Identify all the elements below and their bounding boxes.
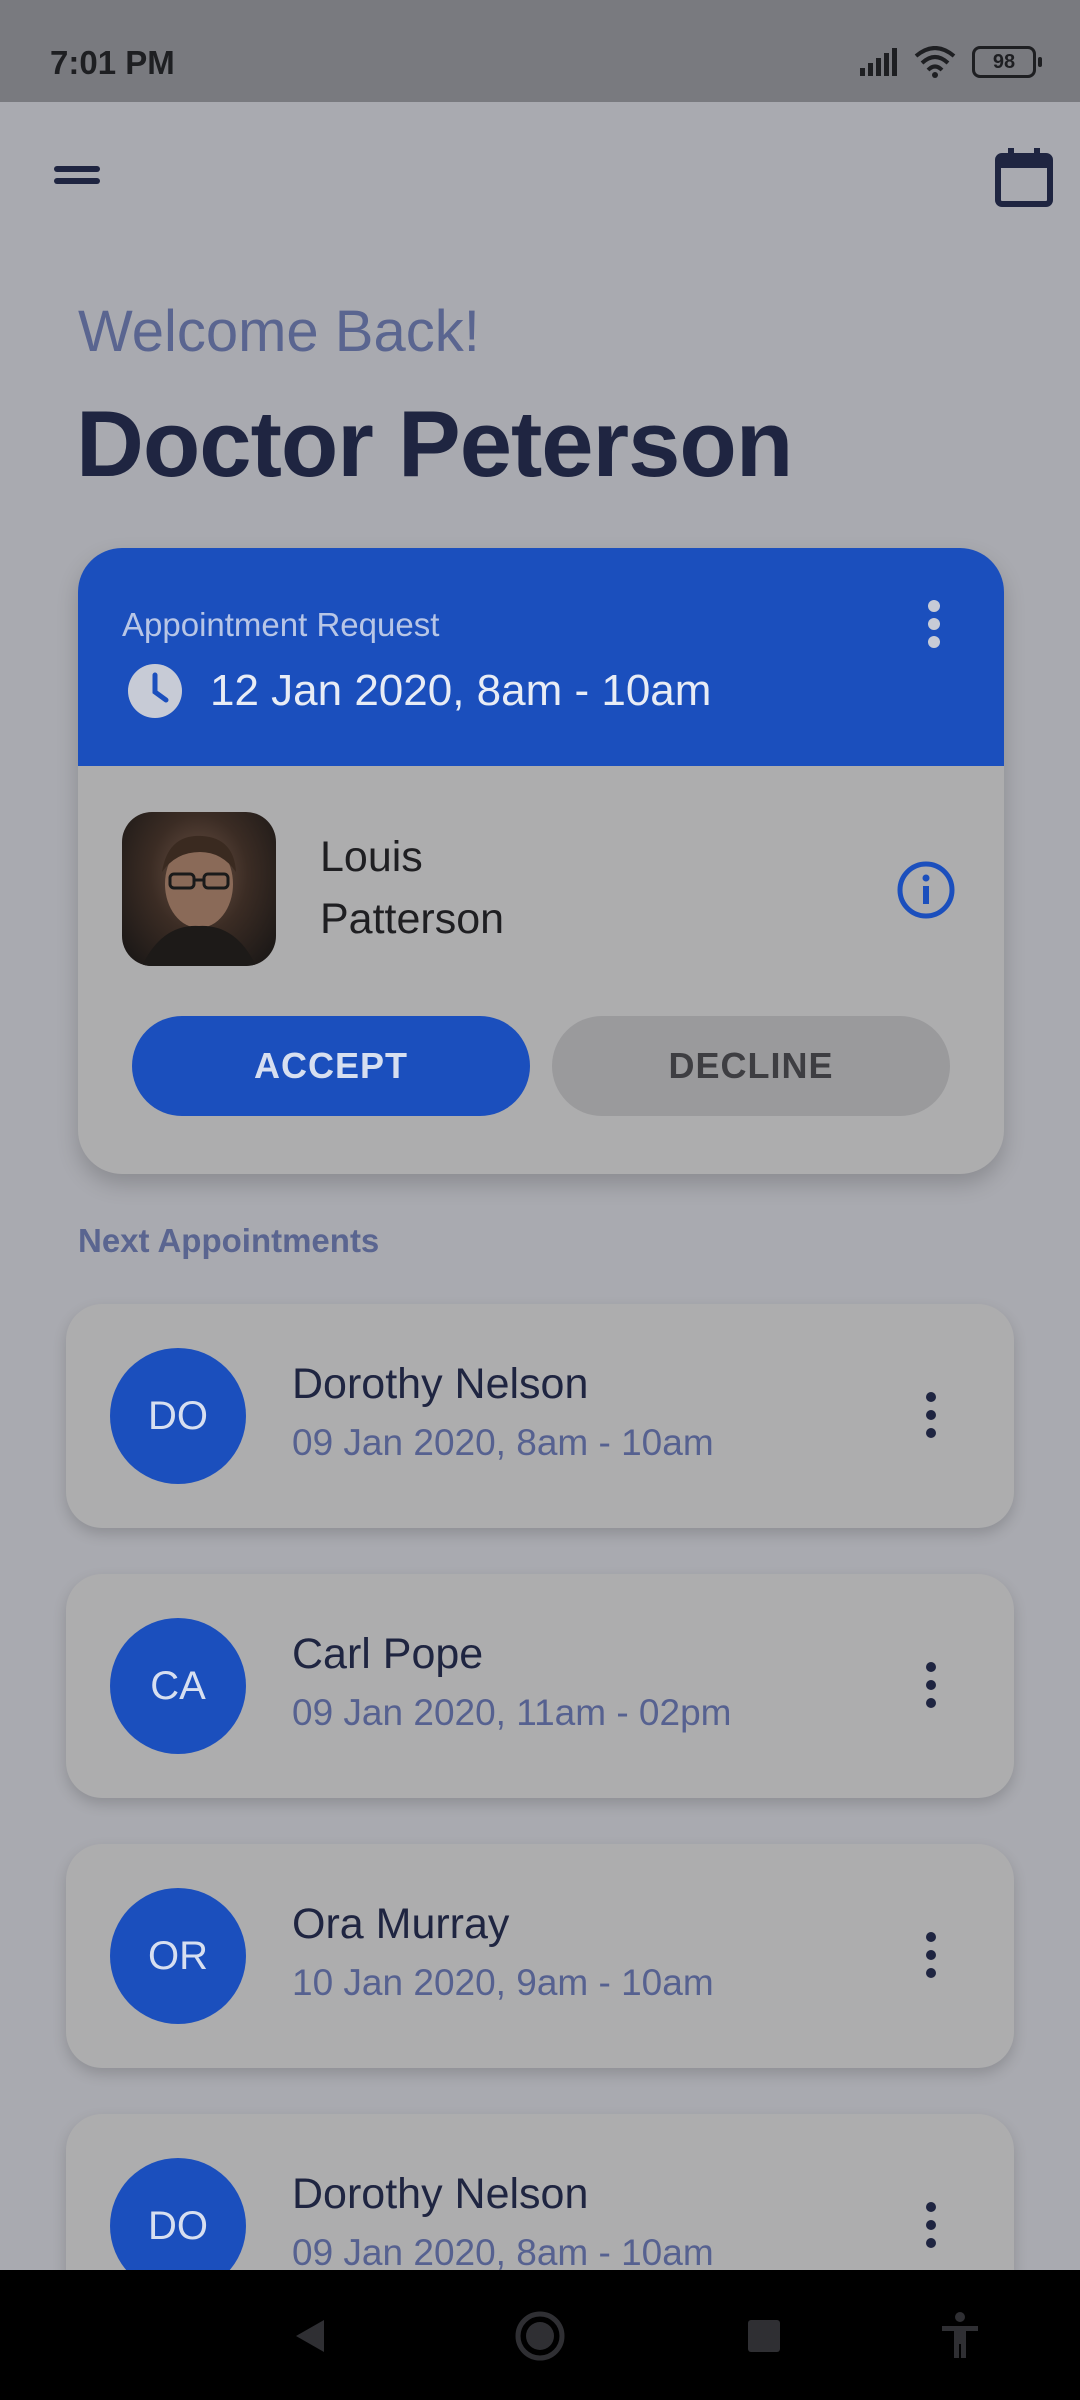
doctor-name: Doctor Peterson	[76, 391, 793, 496]
appointment-time: 09 Jan 2020, 8am - 10am	[292, 2232, 714, 2273]
appointment-time: 09 Jan 2020, 11am - 02pm	[292, 1692, 732, 1733]
clock-icon	[128, 664, 182, 718]
more-vert-icon[interactable]	[926, 1662, 938, 1716]
patient-avatar	[122, 812, 276, 966]
battery-indicator: 98	[972, 46, 1042, 78]
signal-icon	[860, 48, 897, 76]
request-title: Appointment Request	[122, 606, 440, 643]
request-header: Appointment Request 12 Jan 2020, 8am - 1…	[78, 548, 1004, 766]
wifi-icon	[914, 46, 956, 78]
menu-icon[interactable]	[54, 166, 100, 190]
patient-last-name: Patterson	[320, 895, 505, 943]
home-icon[interactable]	[510, 2306, 570, 2366]
status-bar: 7:01 PM 98	[0, 0, 1080, 102]
appointment-name: Carl Pope	[292, 1630, 484, 1678]
decline-button[interactable]: DECLINE	[552, 1016, 950, 1116]
appointment-name: Dorothy Nelson	[292, 2170, 589, 2218]
appointment-time: 09 Jan 2020, 8am - 10am	[292, 1422, 714, 1463]
patient-first-name: Louis	[320, 833, 423, 881]
system-nav-bar	[0, 2270, 1080, 2400]
info-icon[interactable]	[896, 860, 956, 920]
appointment-card[interactable]: CA Carl Pope 09 Jan 2020, 11am - 02pm	[66, 1574, 1014, 1798]
appointment-name: Ora Murray	[292, 1900, 510, 1948]
avatar: OR	[110, 1888, 246, 2024]
next-appointments-title: Next Appointments	[78, 1222, 380, 1259]
request-time: 12 Jan 2020, 8am - 10am	[210, 666, 712, 715]
accessibility-icon[interactable]	[930, 2306, 990, 2366]
more-vert-icon[interactable]	[928, 600, 942, 648]
welcome-text: Welcome Back!	[78, 299, 480, 364]
more-vert-icon[interactable]	[926, 1932, 938, 1986]
appointment-time: 10 Jan 2020, 9am - 10am	[292, 1962, 714, 2003]
recents-icon[interactable]	[734, 2306, 794, 2366]
battery-level: 98	[992, 50, 1016, 73]
calendar-icon[interactable]	[994, 146, 1054, 208]
accept-button[interactable]: ACCEPT	[132, 1016, 530, 1116]
more-vert-icon[interactable]	[926, 2202, 938, 2256]
appointment-card[interactable]: OR Ora Murray 10 Jan 2020, 9am - 10am	[66, 1844, 1014, 2068]
avatar: CA	[110, 1618, 246, 1754]
appointment-name: Dorothy Nelson	[292, 1360, 589, 1408]
avatar: DO	[110, 1348, 246, 1484]
back-icon[interactable]	[282, 2306, 342, 2366]
appointment-request-card: Appointment Request 12 Jan 2020, 8am - 1…	[78, 548, 1004, 1174]
more-vert-icon[interactable]	[926, 1392, 938, 1446]
status-time: 7:01 PM	[50, 44, 175, 81]
patient-name: Louis Patterson	[320, 826, 620, 950]
appointment-card[interactable]: DO Dorothy Nelson 09 Jan 2020, 8am - 10a…	[66, 1304, 1014, 1528]
status-icons: 98	[858, 46, 1042, 78]
